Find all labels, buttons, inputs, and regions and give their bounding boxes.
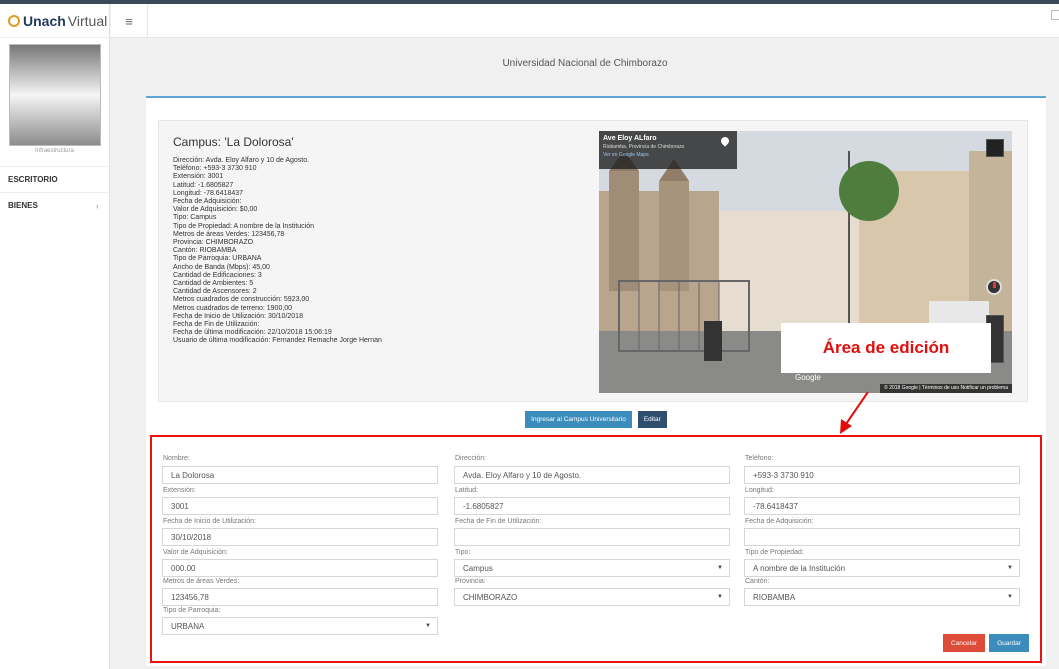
valor-adquisicion-input[interactable]: 000.00 (162, 559, 438, 577)
telefono-label: Teléfono: (745, 455, 774, 462)
provincia-select-value: CHIMBORAZO (463, 593, 518, 602)
nombre-input[interactable]: La Dolorosa (162, 466, 438, 484)
provincia-label: Provincia: (455, 578, 486, 585)
tipo-select[interactable]: Campus ▼ (454, 559, 730, 577)
direccion-label: Dirección: (455, 455, 487, 462)
fecha-adquisicion-input[interactable] (744, 528, 1020, 546)
telefono-input[interactable]: +593-3 3730 910 (744, 466, 1020, 484)
latitud-input[interactable]: -1.6805827 (454, 497, 730, 515)
tipo-propiedad-select-value: A nombre de la Institución (753, 564, 846, 573)
tipo-label: Tipo: (455, 549, 471, 556)
tipo-propiedad-select[interactable]: A nombre de la Institución ▼ (744, 559, 1020, 577)
tipo-propiedad-label: Tipo de Propiedad: (745, 549, 804, 556)
direccion-input[interactable]: Avda. Eloy Alfaro y 10 de Agosto. (454, 466, 730, 484)
dropdown-caret-icon: ▼ (717, 565, 723, 571)
fecha-adquisicion-label: Fecha de Adquisición: (745, 518, 814, 525)
canton-label: Cantón: (745, 578, 770, 585)
tipo-select-value: Campus (463, 564, 493, 573)
metros-verdes-input[interactable]: 123456,78 (162, 588, 438, 606)
canton-select[interactable]: RIOBAMBA ▼ (744, 588, 1020, 606)
metros-verdes-label: Metros de áreas Verdes: (163, 578, 240, 585)
fecha-inicio-input[interactable]: 30/10/2018 (162, 528, 438, 546)
dropdown-caret-icon: ▼ (425, 623, 431, 629)
fecha-fin-label: Fecha de Fin de Utilización: (455, 518, 542, 525)
extension-label: Extensión: (163, 487, 196, 494)
fecha-fin-input[interactable] (454, 528, 730, 546)
fecha-inicio-label: Fecha de Inicio de Utilización: (163, 518, 256, 525)
latitud-label: Latitud: (455, 487, 478, 494)
dropdown-caret-icon: ▼ (1007, 594, 1013, 600)
cancel-button[interactable]: Cancelar (943, 634, 985, 652)
tipo-parroquia-select-value: URBANA (171, 622, 205, 631)
nombre-label: Nombre: (163, 455, 190, 462)
longitud-label: Longitud: (745, 487, 774, 494)
dropdown-caret-icon: ▼ (1007, 565, 1013, 571)
dropdown-caret-icon: ▼ (717, 594, 723, 600)
provincia-select[interactable]: CHIMBORAZO ▼ (454, 588, 730, 606)
tipo-parroquia-select[interactable]: URBANA ▼ (162, 617, 438, 635)
canton-select-value: RIOBAMBA (753, 593, 796, 602)
save-button[interactable]: Guardar (989, 634, 1029, 652)
longitud-input[interactable]: -78.6418437 (744, 497, 1020, 515)
tipo-parroquia-label: Tipo de Parroquia: (163, 607, 221, 614)
valor-adquisicion-label: Valor de Adquisición: (163, 549, 228, 556)
extension-input[interactable]: 3001 (162, 497, 438, 515)
